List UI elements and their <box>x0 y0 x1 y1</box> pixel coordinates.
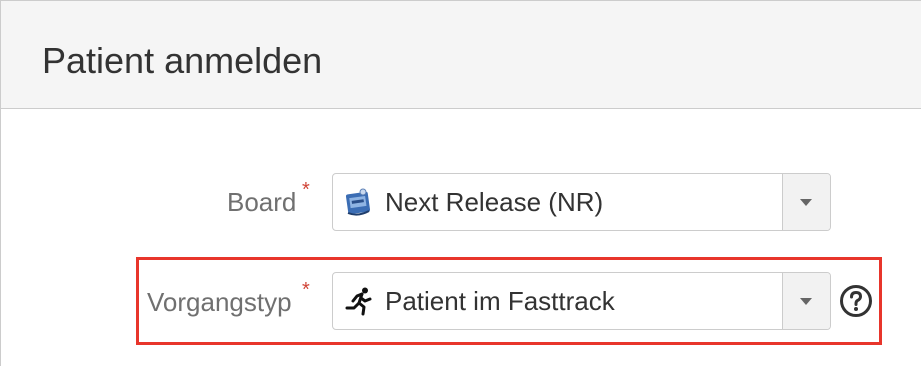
board-required-marker: * <box>302 179 310 201</box>
issue-type-select[interactable]: Patient im Fasttrack <box>332 272 831 330</box>
chevron-down-icon <box>800 298 812 305</box>
board-dropdown-button[interactable] <box>782 174 830 230</box>
board-select-value: Next Release (NR) <box>385 187 604 217</box>
dialog-title: Patient anmelden <box>42 40 323 81</box>
issue-type-required-marker: * <box>302 279 310 301</box>
create-issue-dialog: Patient anmelden Board * Next Release (N… <box>0 0 921 366</box>
board-select[interactable]: Next Release (NR) <box>332 173 831 231</box>
question-circle-icon[interactable] <box>839 284 873 318</box>
running-person-icon <box>344 286 374 316</box>
dialog-header: Patient anmelden <box>1 0 921 109</box>
issue-type-dropdown-button[interactable] <box>782 273 830 329</box>
project-avatar-icon <box>344 187 374 217</box>
issue-type-label: Vorgangstyp <box>147 287 292 317</box>
chevron-down-icon <box>800 199 812 206</box>
board-label: Board <box>227 187 297 217</box>
issue-type-select-value: Patient im Fasttrack <box>385 286 615 316</box>
